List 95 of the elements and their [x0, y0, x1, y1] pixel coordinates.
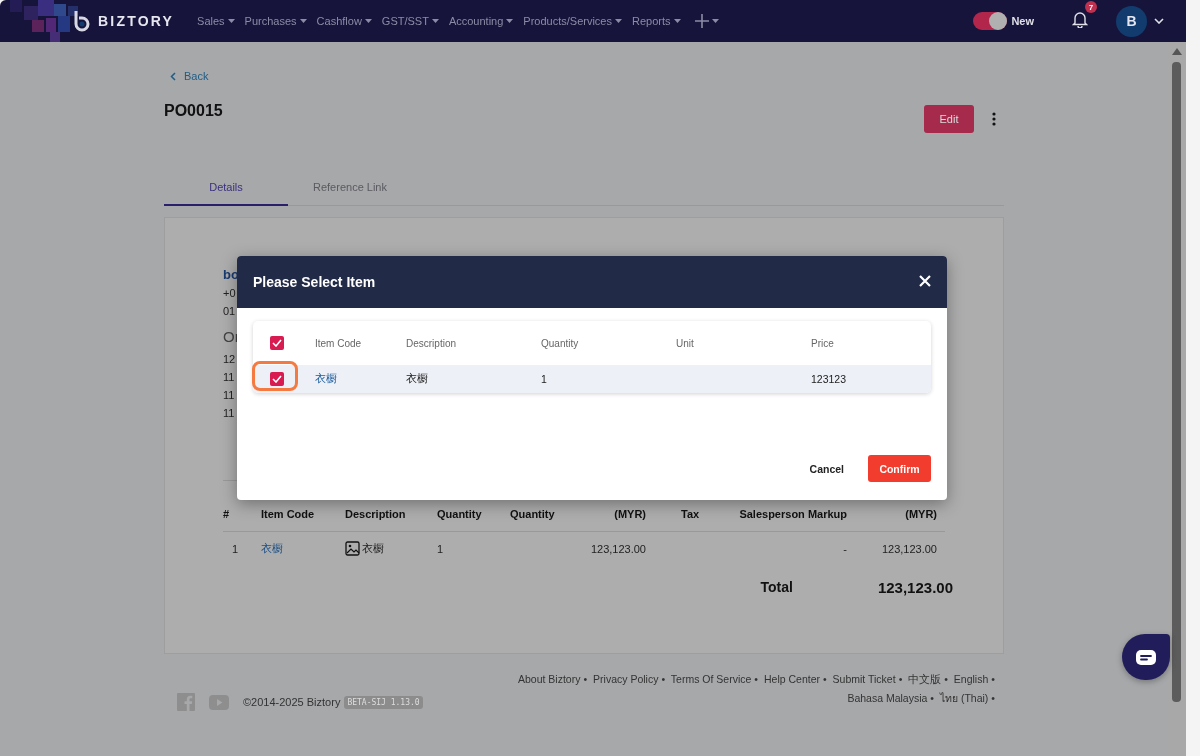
- footer-link[interactable]: English: [953, 673, 989, 685]
- column-header: Salesperson Markup: [738, 507, 847, 520]
- scroll-up-icon[interactable]: [1172, 48, 1182, 55]
- confirm-button[interactable]: Confirm: [868, 455, 931, 482]
- chevron-left-icon: [170, 71, 176, 81]
- separator-dot: •: [930, 692, 935, 704]
- table-cell-text: 1: [231, 542, 240, 555]
- brand-name: BIZTORY: [98, 13, 175, 29]
- footer-link[interactable]: Privacy Policy: [593, 673, 659, 685]
- more-icon[interactable]: [992, 112, 996, 126]
- nav-menu[interactable]: Accounting: [443, 15, 519, 27]
- modal-title: Please Select Item: [253, 274, 376, 290]
- footer-link[interactable]: Help Center: [763, 673, 820, 685]
- address-line: 01: [223, 304, 237, 319]
- scrollbar-thumb[interactable]: [1172, 62, 1181, 702]
- column-header: Tax: [680, 507, 701, 520]
- column-header: (MYR): [613, 507, 646, 520]
- table-cell-text: 1: [437, 542, 445, 555]
- copyright-text: ©2014-2025 Biztory: [243, 696, 341, 708]
- checkbox[interactable]: [270, 336, 284, 350]
- column-header: Quantity: [437, 507, 483, 520]
- nav-menu[interactable]: Cashflow: [311, 15, 377, 27]
- separator-dot: •: [583, 673, 588, 685]
- table-cell-text: 衣橱: [406, 372, 429, 386]
- logo-icon[interactable]: [72, 10, 92, 32]
- total-label: Total: [760, 579, 793, 596]
- column-header: Item Code: [261, 507, 316, 520]
- address-line: 12: [223, 352, 237, 367]
- total-value: 123,123.00: [877, 579, 953, 596]
- table-cell-text: 123123: [811, 373, 848, 385]
- nav-menu[interactable]: Reports: [627, 15, 686, 27]
- chat-icon: [1136, 649, 1156, 665]
- tab[interactable]: Reference Link: [288, 169, 412, 206]
- footer-link[interactable]: 中文版: [908, 673, 942, 685]
- column-header: (MYR): [904, 507, 937, 520]
- column-header: Price: [811, 337, 835, 349]
- separator-dot: •: [991, 692, 995, 704]
- address-line: 11: [223, 406, 236, 421]
- table-cell: 衣橱: [362, 541, 384, 556]
- separator-dot: •: [991, 673, 995, 685]
- notification-badge: 7: [1085, 1, 1097, 13]
- nav-menu[interactable]: Purchases: [239, 15, 312, 27]
- column-header: Description: [345, 507, 407, 520]
- footer-link[interactable]: About Biztory: [518, 673, 581, 685]
- footer-link[interactable]: Submit Ticket: [832, 673, 896, 685]
- close-icon: [919, 274, 931, 287]
- item-code-link[interactable]: 衣橱: [315, 372, 406, 386]
- cancel-button[interactable]: Cancel: [803, 461, 850, 476]
- page-title: PO0015: [164, 102, 223, 120]
- column-header: Item Code: [315, 337, 363, 349]
- footer-link[interactable]: Terms Of Service: [670, 673, 752, 685]
- table-cell-text: 123,123.00: [880, 542, 937, 555]
- column-header: Quantity: [541, 337, 580, 349]
- nav-menu[interactable]: GST/SST: [376, 15, 444, 27]
- separator-dot: •: [823, 673, 827, 685]
- separator-dot: •: [898, 673, 903, 685]
- bell-icon[interactable]: [1072, 10, 1088, 28]
- separator-dot: •: [661, 673, 666, 685]
- checkbox[interactable]: [270, 372, 284, 386]
- footer-link[interactable]: ไทย (Thai): [939, 692, 989, 704]
- caret-icon: [227, 19, 235, 23]
- toggle-switch[interactable]: [973, 12, 1008, 30]
- table-cell-text: 1: [541, 373, 548, 385]
- address-line: 11: [223, 388, 236, 403]
- caret-icon: [615, 19, 622, 23]
- address-line: 11: [223, 370, 236, 385]
- column-header: Quantity: [510, 507, 556, 520]
- chevron-down-icon[interactable]: [1154, 18, 1164, 24]
- tab[interactable]: Details: [164, 169, 288, 206]
- address-line: +0: [223, 286, 237, 301]
- plus-icon: [694, 14, 709, 28]
- back-link[interactable]: Back: [164, 70, 215, 82]
- caret-icon: [431, 19, 439, 23]
- user-avatar[interactable]: B: [1116, 5, 1147, 37]
- table-cell-text: -: [842, 542, 847, 555]
- column-header: Unit: [676, 337, 695, 349]
- column-header: #: [223, 507, 231, 520]
- image-icon: [345, 541, 360, 556]
- caret-icon: [364, 19, 372, 23]
- caret-icon: [673, 19, 681, 23]
- separator-dot: •: [754, 673, 759, 685]
- section-heading: Or: [223, 328, 237, 346]
- separator-dot: •: [944, 673, 948, 685]
- column-header: Description: [406, 337, 458, 349]
- caret-icon: [711, 19, 719, 23]
- caret-icon: [299, 19, 307, 23]
- caret-icon: [506, 19, 514, 23]
- nav-menu[interactable]: Products/Services: [518, 15, 627, 27]
- item-code-link[interactable]: 衣橱: [261, 541, 345, 556]
- table-cell: 123,123.00: [590, 542, 646, 555]
- toggle-label: New: [1011, 15, 1034, 27]
- footer-link[interactable]: Bahasa Malaysia: [847, 692, 928, 704]
- version-badge: BETA-SIJ 1.13.0: [344, 695, 423, 709]
- nav-menu[interactable]: Sales: [192, 15, 240, 27]
- edit-button[interactable]: Edit: [924, 105, 974, 133]
